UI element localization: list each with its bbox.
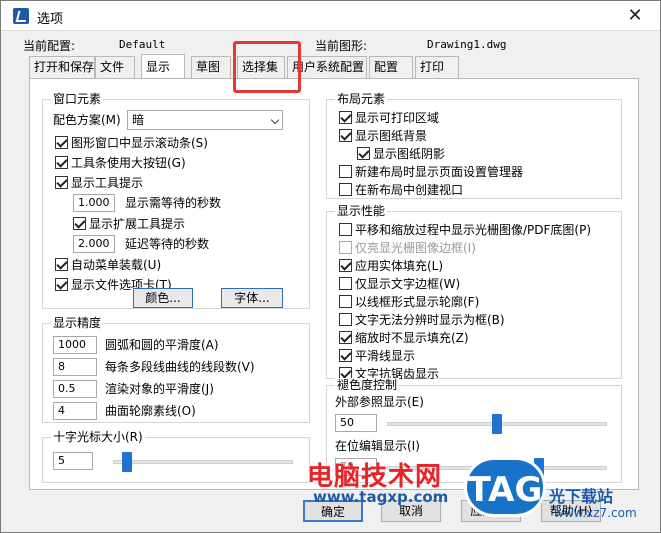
close-button[interactable]: ✕ (624, 5, 646, 27)
crosshair-slider-thumb[interactable] (121, 452, 132, 472)
crosshair-title: 十字光标大小(R) (51, 430, 145, 444)
layout-elements-title: 布局元素 (335, 92, 388, 106)
arc-smoothness-label: 圆弧和圆的平滑度(A) (105, 338, 219, 352)
display-performance-title: 显示性能 (335, 204, 388, 218)
xref-fade-slider-thumb[interactable] (492, 414, 502, 434)
checkbox-icon (55, 156, 68, 169)
tag-site-url: www.xz7.com (554, 506, 637, 520)
current-drawing-label: 当前图形: (315, 39, 368, 53)
polyline-segments-label: 每条多段线曲线的线段数(V) (105, 360, 255, 374)
paper-background-checkbox[interactable]: 显示图纸背景 (339, 128, 427, 144)
color-scheme-select[interactable]: 暗 (127, 110, 283, 130)
checkbox-icon (339, 223, 352, 236)
title-bar: 选项 ✕ (1, 1, 660, 31)
auto-menu-checkbox[interactable]: 自动菜单装载(U) (55, 257, 161, 273)
checkbox-icon (339, 313, 352, 326)
checkbox-icon (55, 176, 68, 189)
checkbox-icon (339, 259, 352, 272)
inplace-fade-label: 在位编辑显示(I) (335, 439, 420, 453)
checkbox-icon (55, 258, 68, 271)
tag-site-name: 光下载站 (549, 487, 614, 506)
text-box-checkbox[interactable]: 文字无法分辨时显示为框(B) (339, 312, 505, 328)
zoom-no-fill-checkbox[interactable]: 缩放时不显示填充(Z) (339, 330, 469, 346)
show-tooltips-checkbox[interactable]: 显示工具提示 (55, 175, 143, 191)
arc-smoothness-input[interactable]: 1000 (53, 336, 97, 354)
xref-fade-label: 外部参照显示(E) (335, 395, 424, 409)
highlight-raster-checkbox: 仅亮显光栅图像边框(I) (339, 240, 476, 256)
current-drawing-value: Drawing1.dwg (427, 38, 507, 51)
tab-files[interactable]: 文件 (95, 56, 135, 78)
checkbox-icon (357, 147, 370, 160)
show-scrollbars-checkbox[interactable]: 图形窗口中显示滚动条(S) (55, 135, 208, 151)
color-scheme-label: 配色方案(M) (53, 113, 121, 127)
app-logo-icon (13, 8, 29, 24)
page-setup-checkbox[interactable]: 新建布局时显示页面设置管理器 (339, 164, 523, 180)
tab-plot[interactable]: 打印 (415, 56, 459, 78)
tab-open-save[interactable]: 打开和保存 (29, 56, 95, 78)
xref-fade-input[interactable]: 50 (335, 414, 377, 432)
checkbox-icon (339, 331, 352, 344)
smooth-lines-checkbox[interactable]: 平滑线显示 (339, 348, 415, 364)
layout-elements-group: 布局元素 显示可打印区域 显示图纸背景 显示图纸阴影 新建布局时显示页面设置管理… (326, 92, 622, 199)
solid-fill-checkbox[interactable]: 应用实体填充(L) (339, 258, 443, 274)
contour-lines-label: 曲面轮廓素线(O) (105, 404, 196, 418)
crosshair-size-input[interactable]: 5 (53, 452, 93, 470)
render-smoothness-label: 渲染对象的平滑度(J) (105, 382, 214, 396)
create-viewport-checkbox[interactable]: 在新布局中创建视口 (339, 182, 463, 198)
tab-profiles[interactable]: 配置 (369, 56, 413, 78)
checkbox-icon (339, 129, 352, 142)
tab-display[interactable]: 显示 (141, 54, 185, 78)
crosshair-group: 十字光标大小(R) 5 (42, 430, 310, 483)
checkbox-icon (339, 165, 352, 178)
display-performance-group: 显示性能 平移和缩放过程中显示光栅图像/PDF底图(P) 仅亮显光栅图像边框(I… (326, 204, 622, 381)
checkbox-icon (339, 183, 352, 196)
render-smoothness-input[interactable]: 0.5 (53, 380, 97, 398)
chevron-down-icon (270, 115, 280, 125)
ext-delay-input[interactable]: 2.000 (73, 235, 115, 253)
tab-drafting[interactable]: 草图 (191, 56, 231, 78)
print-area-checkbox[interactable]: 显示可打印区域 (339, 110, 439, 126)
paper-shadow-checkbox[interactable]: 显示图纸阴影 (357, 146, 445, 162)
window-elements-title: 窗口元素 (51, 92, 104, 106)
checkbox-icon (339, 295, 352, 308)
tooltip-delay-input[interactable]: 1.000 (73, 194, 115, 212)
dialog-title: 选项 (37, 12, 64, 27)
display-precision-group: 显示精度 1000 圆弧和圆的平滑度(A) 8 每条多段线曲线的线段数(V) 0… (42, 316, 310, 423)
checkbox-icon (55, 136, 68, 149)
tab-user-preferences[interactable]: 用户系统配置 (287, 56, 367, 78)
current-config-label: 当前配置: (23, 39, 76, 53)
color-scheme-value: 暗 (132, 113, 145, 127)
current-config-value: Default (119, 38, 166, 51)
checkbox-icon (73, 217, 86, 230)
contour-lines-input[interactable]: 4 (53, 402, 97, 420)
options-dialog: 选项 ✕ 当前配置: Default 当前图形: Drawing1.dwg 打开… (0, 0, 661, 533)
colors-button[interactable]: 颜色... (133, 288, 193, 308)
large-buttons-checkbox[interactable]: 工具条使用大按钮(G) (55, 155, 186, 171)
checkbox-icon (55, 278, 68, 291)
tag-logo: TAG (464, 457, 546, 517)
display-precision-title: 显示精度 (51, 316, 104, 330)
fonts-button[interactable]: 字体... (221, 288, 283, 308)
raster-pan-checkbox[interactable]: 平移和缩放过程中显示光栅图像/PDF底图(P) (339, 222, 591, 238)
extended-tooltips-checkbox[interactable]: 显示扩展工具提示 (73, 216, 185, 232)
display-tab-panel: 窗口元素 配色方案(M) 暗 图形窗口中显示滚动条(S) 工具条使用大按钮(G)… (29, 78, 639, 490)
text-frame-checkbox[interactable]: 仅显示文字边框(W) (339, 276, 460, 292)
checkbox-icon (339, 111, 352, 124)
crosshair-slider-track[interactable] (113, 460, 293, 464)
watermark-url: www.tagxp.com (313, 488, 449, 506)
fade-control-title: 褪色度控制 (335, 378, 400, 392)
polyline-segments-input[interactable]: 8 (53, 358, 97, 376)
ext-delay-label: 延迟等待的秒数 (125, 237, 210, 251)
tooltip-delay-label: 显示需等待的秒数 (125, 196, 222, 210)
tab-selection[interactable]: 选择集 (237, 56, 285, 78)
checkbox-icon (339, 241, 352, 254)
checkbox-icon (339, 277, 352, 290)
checkbox-icon (339, 349, 352, 362)
wireframe-silhouette-checkbox[interactable]: 以线框形式显示轮廓(F) (339, 294, 479, 310)
window-elements-group: 窗口元素 配色方案(M) 暗 图形窗口中显示滚动条(S) 工具条使用大按钮(G)… (42, 92, 310, 309)
